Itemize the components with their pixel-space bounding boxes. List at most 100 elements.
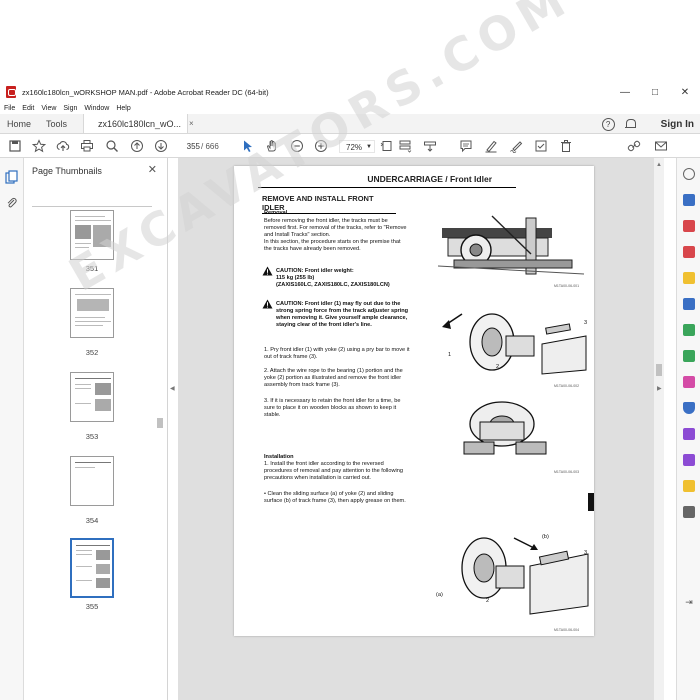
comment-tool-icon[interactable] [683, 272, 695, 284]
menu-sign[interactable]: Sign [63, 105, 77, 112]
account-area: ? Sign In [601, 114, 694, 134]
prepare-form-icon[interactable] [683, 428, 695, 440]
menu-bar: File Edit View Sign Window Help [0, 102, 700, 114]
highlight-pen-icon[interactable] [484, 139, 498, 153]
menu-edit[interactable]: Edit [22, 105, 34, 112]
zoom-out-icon[interactable] [290, 139, 304, 153]
close-panel-icon[interactable]: ✕ [148, 163, 157, 176]
figure-label-2: 2 [486, 598, 490, 604]
scan-ocr-icon[interactable] [683, 350, 695, 362]
zoom-search-icon[interactable] [105, 139, 119, 153]
page-thumbnail-351[interactable] [70, 210, 114, 260]
notification-bell-icon[interactable] [624, 118, 636, 130]
delete-trash-icon[interactable] [559, 139, 573, 153]
scroll-up-arrow-icon[interactable]: ▲ [656, 162, 662, 168]
tab-close-icon[interactable]: × [189, 119, 194, 128]
collapse-right-panel-icon[interactable]: ▶ [657, 385, 662, 392]
organize-pages-icon[interactable] [683, 298, 695, 310]
panel-divider [32, 206, 152, 207]
maximize-button[interactable]: □ [640, 82, 670, 102]
scroll-mode-icon[interactable] [398, 139, 412, 153]
caution-weight-value: 115 kg (255 lb) [276, 275, 315, 281]
sign-in-button[interactable]: Sign In [661, 119, 694, 130]
minimize-button[interactable]: — [610, 82, 640, 102]
menu-view[interactable]: View [41, 105, 56, 112]
figure-label-3: 3 [584, 320, 588, 326]
next-page-icon[interactable] [154, 139, 168, 153]
tab-document[interactable]: zx160lc180lcn_wO... × [84, 114, 194, 133]
zoom-level-dropdown[interactable]: 72% ▼ [339, 140, 375, 153]
compress-pdf-icon[interactable] [683, 324, 695, 336]
create-pdf-icon[interactable] [683, 220, 695, 232]
installation-bullet: • Clean the sliding surface (a) of yoke … [264, 491, 406, 504]
keyboard-tool-icon[interactable] [423, 139, 437, 153]
stamp-icon[interactable] [534, 139, 548, 153]
send-for-comments-icon[interactable] [683, 480, 695, 492]
removal-step-1: 1. Pry front idler (1) with yoke (2) usi… [264, 347, 410, 360]
tab-home[interactable]: Home [0, 114, 40, 133]
search-icon[interactable] [683, 168, 695, 180]
collapse-left-panel-icon[interactable]: ◀ [170, 385, 175, 392]
caution-weight-title: CAUTION: Front idler weight: [276, 268, 354, 274]
hand-tool-icon[interactable] [265, 139, 279, 153]
toolbar: 355 / 666 72% ▼ [0, 134, 700, 158]
figure-label-1: 1 [448, 352, 452, 358]
page-thumbnail-352[interactable] [70, 288, 114, 338]
section-index-tab [588, 493, 594, 511]
scrollbar-thumb[interactable] [157, 418, 163, 428]
caution-fly-out: CAUTION: Front idler (1) may fly out due… [276, 301, 409, 328]
menu-file[interactable]: File [4, 105, 15, 112]
expand-tools-icon[interactable]: ⇥ [683, 596, 695, 608]
figure-label-a: (a) [436, 592, 443, 598]
close-button[interactable]: ✕ [670, 82, 700, 102]
figure-label-3: 3 [584, 550, 588, 556]
scrollbar-thumb[interactable] [656, 364, 662, 376]
document-viewport: UNDERCARRIAGE / Front Idler REMOVE AND I… [178, 158, 663, 700]
left-navigation-rail [0, 158, 24, 700]
thumbnails-panel-title: Page Thumbnails [32, 166, 102, 176]
share-link-icon[interactable] [627, 139, 641, 153]
caution-weight-models: (ZAXIS160LC, ZAXIS180LC, ZAXIS180LCN) [276, 282, 390, 288]
pdf-page: UNDERCARRIAGE / Front Idler REMOVE AND I… [234, 166, 594, 636]
page-fit-icon[interactable] [380, 139, 394, 153]
removal-step-2: 2. Attach the wire rope to the bearing (… [264, 368, 403, 388]
menu-help[interactable]: Help [116, 105, 130, 112]
menu-window[interactable]: Window [84, 105, 109, 112]
fill-sign-icon[interactable] [683, 376, 695, 388]
thumbnail-label: 353 [85, 432, 99, 441]
page-thumbnail-353[interactable] [70, 372, 114, 422]
email-icon[interactable] [654, 139, 668, 153]
print-icon[interactable] [80, 139, 94, 153]
draw-signature-icon[interactable] [509, 139, 523, 153]
attachment-paperclip-icon[interactable] [5, 196, 18, 210]
warning-icon [262, 299, 273, 309]
page-number-input[interactable]: 355 [176, 140, 200, 153]
tab-tools[interactable]: Tools [40, 114, 84, 133]
tab-document-label: zx160lc180lcn_wO... [98, 118, 182, 129]
comment-icon[interactable] [459, 139, 473, 153]
installation-heading: Installation [264, 454, 294, 460]
zoom-in-icon[interactable] [314, 139, 328, 153]
figure-label-b: (b) [542, 534, 549, 540]
help-icon[interactable]: ? [601, 117, 615, 131]
save-icon[interactable] [8, 139, 22, 153]
request-signature-icon[interactable] [683, 454, 695, 466]
page-section-header: UNDERCARRIAGE / Front Idler [258, 174, 516, 188]
removal-heading: Removal [264, 210, 288, 216]
warning-icon [262, 266, 273, 276]
page-thumbnails-icon[interactable] [5, 170, 18, 184]
export-pdf-icon[interactable] [683, 194, 695, 206]
thumbnails-scrollbar[interactable] [156, 208, 164, 648]
combine-files-icon[interactable] [683, 246, 695, 258]
more-tools-icon[interactable] [683, 506, 695, 518]
window-title: zx160lc180lcn_wORKSHOP MAN.pdf - Adobe A… [22, 87, 269, 97]
bookmark-star-icon[interactable] [32, 139, 46, 153]
page-thumbnail-355[interactable] [70, 538, 114, 598]
cloud-upload-icon[interactable] [56, 139, 70, 153]
document-scrollbar[interactable]: ▲ [654, 158, 664, 700]
select-arrow-icon[interactable] [241, 139, 255, 153]
protect-shield-icon[interactable] [683, 402, 695, 414]
page-thumbnail-354[interactable] [70, 456, 114, 506]
previous-page-icon[interactable] [130, 139, 144, 153]
page-total: / 666 [201, 142, 219, 151]
